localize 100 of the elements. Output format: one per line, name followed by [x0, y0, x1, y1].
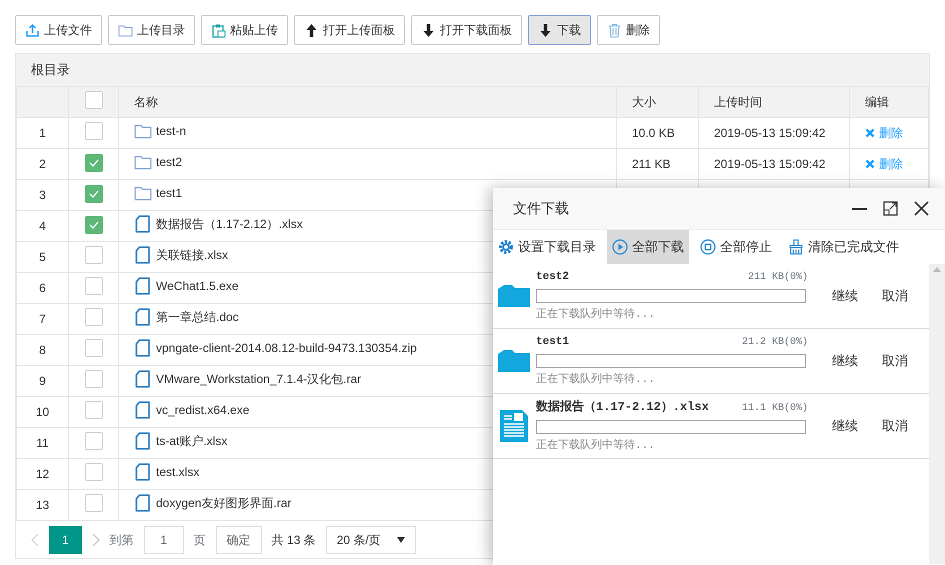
toolbar-button[interactable]: 上传目录 — [108, 15, 195, 45]
row-number: 4 — [39, 219, 46, 233]
page-button[interactable]: 1 — [49, 526, 82, 554]
play-icon — [612, 239, 628, 255]
broom-icon — [788, 239, 804, 255]
dialog-toolbar-button[interactable]: 全部下载 — [607, 230, 689, 264]
resume-button[interactable]: 继续 — [832, 416, 858, 436]
row-checkbox[interactable] — [84, 338, 102, 356]
resume-button[interactable]: 继续 — [832, 286, 858, 306]
file-name[interactable]: vpngate-client-2014.08.12-build-9473.130354.zip — [156, 338, 417, 356]
close-icon — [865, 128, 875, 138]
file-icon — [134, 462, 152, 480]
cancel-button[interactable]: 取消 — [882, 351, 908, 371]
file-name[interactable]: VMware_Workstation_7.1.4-汉化包.rar — [156, 370, 362, 388]
column-header: 名称 — [134, 95, 158, 109]
toolbar-button[interactable]: 打开下载面板 — [411, 15, 522, 45]
arrow-down-icon — [421, 22, 436, 38]
scrollbar[interactable] — [929, 264, 945, 564]
download-size: 211 KB(0%) — [748, 270, 808, 285]
toolbar-button[interactable]: 删除 — [597, 15, 660, 45]
file-name[interactable]: test-n — [156, 122, 186, 140]
settings-icon — [498, 239, 514, 255]
cancel-button[interactable]: 取消 — [882, 286, 908, 306]
page-size-select[interactable]: 20 条/页 — [326, 526, 416, 554]
download-name: 数据报告（1.17-2.12）.xlsx — [536, 398, 709, 416]
resume-button[interactable]: 继续 — [832, 351, 858, 371]
document-icon — [500, 410, 528, 442]
confirm-button[interactable]: 确定 — [216, 526, 262, 554]
upload-time: 2019-05-13 15:09:42 — [714, 126, 826, 140]
close-icon — [865, 158, 875, 168]
page-unit: 页 — [194, 532, 206, 548]
row-number: 3 — [39, 188, 46, 202]
row-number: 11 — [36, 436, 49, 450]
download-status: 正在下载队列中等待... — [536, 438, 656, 454]
download-size: 11.1 KB(0%) — [742, 402, 808, 416]
dialog-toolbar-button[interactable]: 设置下载目录 — [493, 230, 601, 264]
file-icon — [134, 494, 152, 512]
file-name[interactable]: ts-at账户.xlsx — [156, 432, 228, 450]
row-checkbox[interactable] — [84, 216, 102, 234]
row-checkbox[interactable] — [84, 185, 102, 203]
scroll-up-icon[interactable] — [933, 266, 941, 272]
toolbar-button[interactable]: 粘贴上传 — [201, 15, 288, 45]
maximize-icon[interactable] — [883, 201, 898, 216]
page-input[interactable]: 1 — [144, 526, 184, 554]
download-status: 正在下载队列中等待... — [536, 307, 656, 323]
row-checkbox[interactable] — [84, 246, 102, 264]
file-name[interactable]: 关联链接.xlsx — [156, 246, 228, 264]
download-status: 正在下载队列中等待... — [536, 372, 656, 388]
row-checkbox[interactable] — [84, 494, 102, 512]
cancel-button[interactable]: 取消 — [882, 416, 908, 436]
row-checkbox[interactable] — [84, 154, 102, 172]
trash-icon — [607, 22, 622, 38]
file-name[interactable]: vc_redist.x64.exe — [156, 400, 250, 418]
arrow-down-icon — [538, 22, 553, 38]
download-name: test2 — [536, 270, 570, 284]
toolbar-button[interactable]: 打开上传面板 — [294, 15, 405, 45]
download-name: test1 — [536, 334, 570, 350]
dialog-title: 文件下载 — [513, 199, 569, 218]
file-name[interactable]: WeChat1.5.exe — [156, 276, 238, 294]
check-icon — [88, 219, 100, 231]
row-checkbox[interactable] — [84, 370, 102, 388]
file-icon — [134, 338, 152, 356]
row-number: 7 — [39, 312, 46, 326]
breadcrumb: 根目录 — [31, 61, 70, 80]
toolbar-button[interactable]: 上传文件 — [15, 15, 102, 45]
previous-page-icon[interactable] — [31, 532, 39, 546]
column-header: 大小 — [632, 95, 656, 109]
row-checkbox[interactable] — [84, 462, 102, 480]
row-number: 10 — [36, 405, 50, 419]
file-icon — [134, 370, 152, 388]
file-size: 211 KB — [632, 157, 670, 171]
row-checkbox[interactable] — [84, 400, 102, 418]
select-all-checkbox[interactable] — [84, 90, 102, 108]
file-icon — [134, 214, 152, 232]
file-name[interactable]: 数据报告（1.17-2.12）.xlsx — [156, 214, 303, 232]
file-name[interactable]: test1 — [156, 184, 182, 202]
total-count: 共 13 条 — [272, 532, 316, 548]
row-number: 5 — [39, 250, 46, 264]
file-name[interactable]: 第一章总结.doc — [156, 308, 239, 326]
dialog-toolbar-button[interactable]: 全部停止 — [695, 230, 777, 264]
close-icon[interactable] — [914, 201, 929, 216]
row-checkbox[interactable] — [84, 432, 102, 450]
clipboard-icon — [211, 22, 226, 38]
file-icon — [134, 400, 152, 418]
row-checkbox[interactable] — [84, 308, 102, 326]
file-name[interactable]: doxygen友好图形界面.rar — [156, 494, 292, 512]
file-icon — [134, 432, 152, 450]
stop-icon — [700, 239, 716, 255]
file-name[interactable]: test.xlsx — [156, 462, 200, 480]
row-checkbox[interactable] — [84, 276, 102, 294]
toolbar-button[interactable]: 下载 — [528, 15, 591, 45]
row-number: 1 — [39, 126, 46, 140]
check-icon — [88, 157, 100, 169]
check-icon — [88, 188, 100, 200]
folder-icon — [118, 22, 133, 38]
upload-icon — [25, 22, 40, 38]
file-name[interactable]: test2 — [156, 152, 182, 170]
dialog-toolbar-button[interactable]: 清除已完成文件 — [783, 230, 904, 264]
row-checkbox[interactable] — [84, 122, 102, 140]
next-page-icon[interactable] — [92, 532, 100, 546]
